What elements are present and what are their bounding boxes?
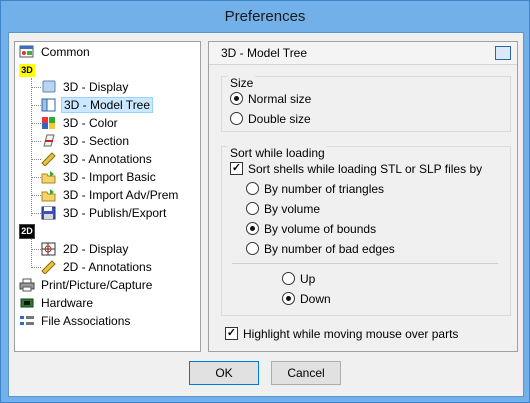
tree-connector	[31, 105, 41, 106]
tree-item-2d-display[interactable]: 2D - Display	[41, 241, 130, 258]
display-icon	[41, 80, 57, 94]
color-palette-icon	[41, 116, 57, 130]
tree-item-3d-section[interactable]: 3D - Section	[41, 133, 131, 150]
model-tree-icon	[41, 98, 57, 112]
sort-up-radio[interactable]: Up	[282, 271, 315, 287]
hardware-chip-icon	[19, 296, 35, 310]
tree-item-3d[interactable]: 3D	[19, 62, 39, 79]
panel-layout-icon	[495, 46, 511, 60]
ruler-icon	[41, 152, 57, 167]
common-settings-icon	[19, 45, 35, 59]
sort-direction-separator	[232, 263, 498, 264]
checkbox-checked-indicator: ✓	[225, 327, 238, 341]
settings-panel: 3D - Model Tree Size Normal size Double …	[208, 41, 518, 352]
tree-item-3d-annotations[interactable]: 3D - Annotations	[41, 151, 154, 168]
file-associations-icon	[19, 314, 35, 328]
tree-connector	[31, 123, 41, 124]
size-group: Size Normal size Double size	[221, 76, 511, 132]
2d-ruler-icon	[41, 260, 57, 275]
tree-connector	[31, 159, 41, 160]
tree-connector	[31, 177, 41, 178]
double-size-radio[interactable]: Double size	[230, 111, 311, 127]
preferences-tree[interactable]: Common 3D 3D - Display 3D - Model Tree 3…	[14, 41, 201, 352]
sort-group-title: Sort while loading	[228, 146, 327, 160]
panel-title: 3D - Model Tree	[221, 46, 308, 60]
tree-connector	[31, 141, 41, 142]
tree-item-common[interactable]: Common	[19, 44, 92, 61]
import-advanced-folder-icon	[41, 188, 57, 202]
preferences-window: Preferences Common 3D 3D - Display 3D - …	[0, 0, 530, 403]
sort-by-triangles-radio[interactable]: By number of triangles	[246, 181, 384, 197]
sort-down-radio[interactable]: Down	[282, 291, 331, 307]
panel-header: 3D - Model Tree	[209, 42, 517, 65]
tree-item-3d-publish-export[interactable]: 3D - Publish/Export	[41, 205, 168, 222]
tree-connector	[31, 195, 41, 196]
tree-item-3d-display[interactable]: 3D - Display	[41, 79, 130, 96]
2d-display-icon	[41, 242, 57, 256]
tree-item-2d[interactable]: 2D	[19, 223, 39, 240]
highlight-checkbox[interactable]: ✓ Highlight while moving mouse over parts	[225, 326, 458, 342]
radio-indicator	[230, 112, 243, 126]
tree-item-hardware[interactable]: Hardware	[19, 295, 95, 312]
3d-badge-icon: 3D	[19, 64, 35, 78]
ok-button[interactable]: OK	[189, 361, 259, 385]
dialog-client: Common 3D 3D - Display 3D - Model Tree 3…	[8, 32, 524, 397]
normal-size-radio[interactable]: Normal size	[230, 91, 311, 107]
tree-item-3d-import-basic[interactable]: 3D - Import Basic	[41, 169, 158, 186]
radio-indicator	[282, 272, 295, 286]
save-disk-icon	[41, 206, 57, 220]
tree-item-3d-model-tree[interactable]: 3D - Model Tree	[41, 97, 154, 114]
radio-selected-indicator	[282, 292, 295, 306]
window-title: Preferences	[224, 8, 306, 25]
tree-item-file-associations[interactable]: File Associations	[19, 313, 132, 330]
radio-indicator	[246, 182, 259, 196]
sort-by-volume-of-bounds-radio[interactable]: By volume of bounds	[246, 221, 376, 237]
import-folder-icon	[41, 170, 57, 184]
tree-connector	[31, 87, 41, 88]
checkbox-checked-indicator: ✓	[230, 162, 243, 176]
sort-shells-checkbox[interactable]: ✓ Sort shells while loading STL or SLP fi…	[230, 161, 482, 177]
tree-item-3d-import-adv[interactable]: 3D - Import Adv/Prem	[41, 187, 180, 204]
sort-by-bad-edges-radio[interactable]: By number of bad edges	[246, 241, 395, 257]
section-icon	[41, 134, 57, 148]
radio-selected-indicator	[230, 92, 243, 106]
2d-badge-icon: 2D	[19, 224, 35, 240]
cancel-button[interactable]: Cancel	[271, 361, 341, 385]
sort-group: Sort while loading ✓ Sort shells while lo…	[221, 146, 511, 316]
tree-item-3d-color[interactable]: 3D - Color	[41, 115, 120, 132]
sort-by-volume-radio[interactable]: By volume	[246, 201, 320, 217]
radio-selected-indicator	[246, 222, 259, 236]
tree-connector	[31, 213, 41, 214]
tree-connector	[31, 267, 41, 268]
tree-item-print[interactable]: Print/Picture/Capture	[19, 277, 154, 294]
size-group-title: Size	[228, 76, 256, 90]
radio-indicator	[246, 242, 259, 256]
radio-indicator	[246, 202, 259, 216]
tree-connector	[31, 249, 41, 250]
tree-connector	[31, 238, 32, 268]
tree-item-2d-annotations[interactable]: 2D - Annotations	[41, 259, 154, 276]
printer-icon	[19, 278, 35, 292]
